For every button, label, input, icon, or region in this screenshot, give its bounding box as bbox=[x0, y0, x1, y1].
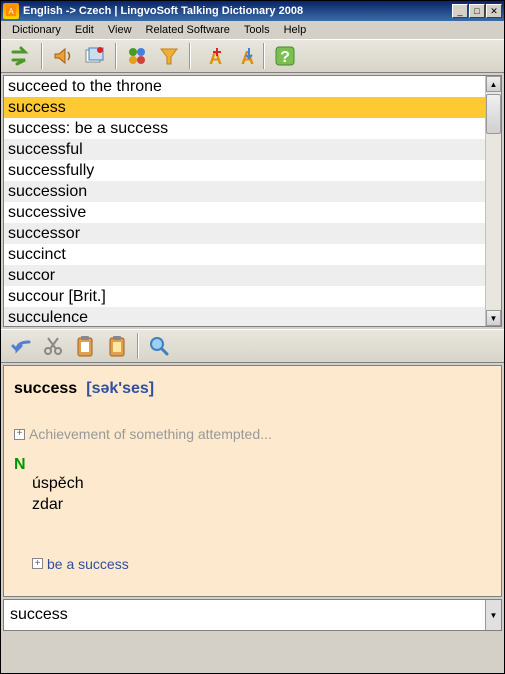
main-toolbar: A A ? bbox=[1, 39, 504, 73]
help-button[interactable]: ? bbox=[270, 42, 300, 70]
translation: zdar bbox=[32, 495, 491, 516]
svg-text:A: A bbox=[8, 7, 14, 16]
part-of-speech: N bbox=[14, 456, 491, 474]
help-icon: ? bbox=[273, 44, 297, 68]
maximize-button[interactable]: □ bbox=[469, 4, 485, 18]
word-row[interactable]: success: be a success bbox=[4, 118, 485, 139]
menu-view[interactable]: View bbox=[101, 23, 139, 37]
word-row[interactable]: succor bbox=[4, 265, 485, 286]
word-row[interactable]: successfully bbox=[4, 160, 485, 181]
clipboard-copy-icon bbox=[73, 334, 97, 358]
search-input[interactable] bbox=[4, 600, 485, 630]
phonetic: [sək'ses] bbox=[86, 380, 154, 397]
svg-text:?: ? bbox=[280, 49, 290, 66]
word-row[interactable]: successive bbox=[4, 202, 485, 223]
apps-button[interactable] bbox=[122, 42, 152, 70]
definition-panel: success [sək'ses] + Achievement of somet… bbox=[3, 365, 502, 597]
wordlist-container: succeed to the thronesuccesssuccess: be … bbox=[3, 75, 502, 327]
scroll-up-button[interactable]: ▲ bbox=[486, 76, 501, 92]
wordlist-scrollbar[interactable]: ▲ ▼ bbox=[485, 76, 501, 326]
size-down-button[interactable]: A bbox=[228, 42, 258, 70]
filter-button[interactable] bbox=[154, 42, 184, 70]
back-button[interactable] bbox=[6, 332, 36, 360]
titlebar: A English -> Czech | LingvoSoft Talking … bbox=[1, 1, 504, 21]
window-controls: _ □ ✕ bbox=[452, 4, 502, 18]
paste-button[interactable] bbox=[102, 332, 132, 360]
translation: úspěch bbox=[32, 474, 491, 495]
description-row: + Achievement of something attempted... bbox=[14, 426, 491, 442]
toolbar-separator bbox=[263, 43, 265, 69]
menu-edit[interactable]: Edit bbox=[68, 23, 101, 37]
scroll-track[interactable] bbox=[486, 92, 501, 310]
svg-text:A: A bbox=[241, 48, 254, 68]
copy-button[interactable] bbox=[70, 332, 100, 360]
menu-tools[interactable]: Tools bbox=[237, 23, 277, 37]
app-icon: A bbox=[3, 3, 19, 19]
swap-icon bbox=[9, 44, 33, 68]
apps-icon bbox=[125, 44, 149, 68]
word-row[interactable]: successor bbox=[4, 223, 485, 244]
flashcard-button[interactable] bbox=[80, 42, 110, 70]
card-icon bbox=[83, 44, 107, 68]
word-row[interactable]: succulence bbox=[4, 307, 485, 326]
word-row[interactable]: succeed to the throne bbox=[4, 76, 485, 97]
related-row: + be a success bbox=[32, 556, 491, 572]
toolbar-separator bbox=[41, 43, 43, 69]
font-increase-icon: A bbox=[199, 44, 223, 68]
menu-related-software[interactable]: Related Software bbox=[139, 23, 237, 37]
expand-related-button[interactable]: + bbox=[32, 558, 43, 569]
menubar: Dictionary Edit View Related Software To… bbox=[1, 21, 504, 39]
toolbar-separator bbox=[189, 43, 191, 69]
speaker-icon bbox=[51, 44, 75, 68]
cut-button[interactable] bbox=[38, 332, 68, 360]
menu-dictionary[interactable]: Dictionary bbox=[5, 23, 68, 37]
headword: success bbox=[14, 380, 77, 397]
related-link[interactable]: be a success bbox=[47, 556, 129, 572]
titlebar-text: English -> Czech | LingvoSoft Talking Di… bbox=[23, 5, 452, 17]
expand-description-button[interactable]: + bbox=[14, 429, 25, 440]
menu-help[interactable]: Help bbox=[277, 23, 314, 37]
search-dropdown-button[interactable]: ▼ bbox=[485, 600, 501, 630]
scroll-thumb[interactable] bbox=[486, 94, 501, 134]
swap-direction-button[interactable] bbox=[6, 42, 36, 70]
size-up-button[interactable]: A bbox=[196, 42, 226, 70]
clipboard-paste-icon bbox=[105, 334, 129, 358]
search-container: ▼ bbox=[3, 599, 502, 631]
definition-header: success [sək'ses] bbox=[14, 380, 491, 398]
close-button[interactable]: ✕ bbox=[486, 4, 502, 18]
word-row[interactable]: successful bbox=[4, 139, 485, 160]
wordlist[interactable]: succeed to the thronesuccesssuccess: be … bbox=[4, 76, 485, 326]
toolbar-separator bbox=[137, 333, 139, 359]
font-decrease-icon: A bbox=[231, 44, 255, 68]
funnel-icon bbox=[157, 44, 181, 68]
search-button[interactable] bbox=[144, 332, 174, 360]
word-row[interactable]: succinct bbox=[4, 244, 485, 265]
description-text: Achievement of something attempted... bbox=[29, 426, 272, 442]
toolbar-separator bbox=[115, 43, 117, 69]
word-row[interactable]: succession bbox=[4, 181, 485, 202]
minimize-button[interactable]: _ bbox=[452, 4, 468, 18]
scroll-down-button[interactable]: ▼ bbox=[486, 310, 501, 326]
word-row[interactable]: success bbox=[4, 97, 485, 118]
scissors-icon bbox=[41, 334, 65, 358]
back-arrow-icon bbox=[9, 334, 33, 358]
secondary-toolbar bbox=[1, 329, 504, 363]
magnifier-icon bbox=[147, 334, 171, 358]
speak-button[interactable] bbox=[48, 42, 78, 70]
word-row[interactable]: succour [Brit.] bbox=[4, 286, 485, 307]
